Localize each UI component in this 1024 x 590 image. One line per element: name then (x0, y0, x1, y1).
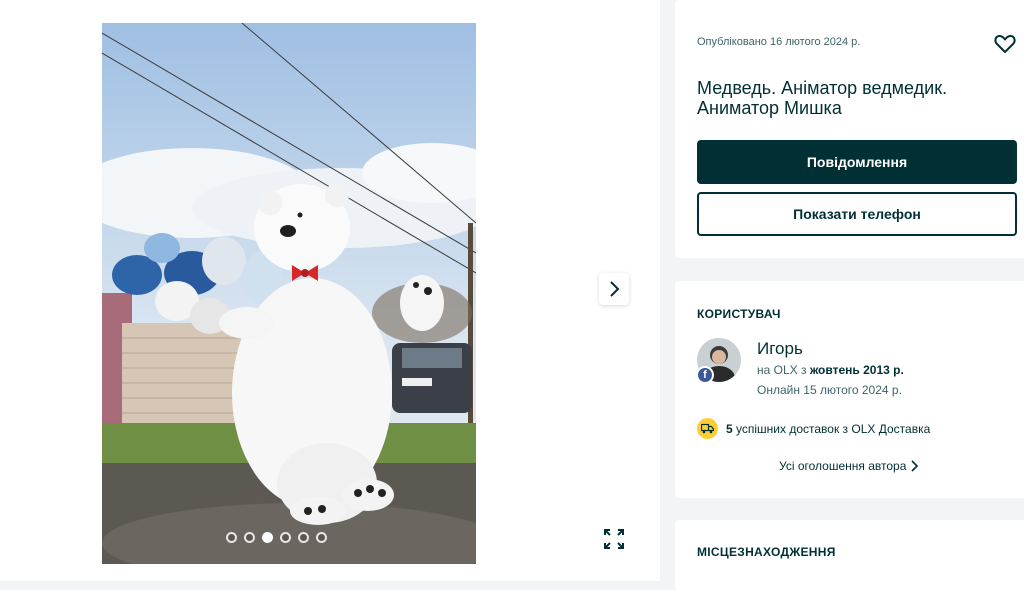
delivery-label: успішних доставок з OLX Доставка (732, 421, 931, 436)
bear-costume-image (102, 23, 476, 564)
truck-icon (697, 418, 718, 439)
member-since-date: жовтень 2013 р. (809, 363, 904, 377)
user-card: КОРИСТУВАЧ f Игорь на OLX з жовтень 2013… (675, 281, 1024, 498)
listing-card: Опубліковано 16 лютого 2024 р. Медведь. … (675, 0, 1024, 258)
delivery-text: 5 успішних доставок з OLX Доставка (726, 422, 930, 436)
heart-icon (994, 35, 1016, 53)
delivery-stats: 5 успішних доставок з OLX Доставка (697, 418, 930, 439)
published-date: Опубліковано 16 лютого 2024 р. (697, 36, 861, 48)
expand-icon (604, 529, 624, 549)
gallery-dot[interactable] (298, 532, 309, 543)
location-section-heading: МІСЦЕЗНАХОДЖЕННЯ (697, 545, 836, 559)
image-gallery (0, 0, 660, 581)
location-card: МІСЦЕЗНАХОДЖЕННЯ (675, 520, 1024, 590)
user-section-heading: КОРИСТУВАЧ (697, 307, 781, 321)
user-name: Игорь (757, 339, 803, 358)
next-image-button[interactable] (599, 273, 629, 305)
chevron-right-icon (911, 460, 919, 472)
message-button[interactable]: Повідомлення (697, 140, 1017, 184)
gallery-dot[interactable] (244, 532, 255, 543)
last-online: Онлайн 15 лютого 2024 р. (757, 383, 902, 397)
show-phone-button[interactable]: Показати телефон (697, 192, 1017, 236)
gallery-dot[interactable] (316, 532, 327, 543)
gallery-dot[interactable] (280, 532, 291, 543)
gallery-dot[interactable] (226, 532, 237, 543)
gallery-dot-active[interactable] (262, 532, 273, 543)
listing-title: Медведь. Аніматор ведмедик. Аниматор Миш… (697, 78, 948, 118)
all-ads-label: Усі оголошення автора (779, 459, 907, 473)
chevron-right-icon (610, 281, 620, 297)
member-since-prefix: на OLX з (757, 363, 810, 377)
member-since: на OLX з жовтень 2013 р. (757, 363, 904, 377)
listing-photo[interactable] (102, 23, 476, 564)
favorite-button[interactable] (993, 32, 1017, 56)
facebook-icon: f (696, 366, 714, 384)
all-seller-ads-link[interactable]: Усі оголошення автора (779, 459, 919, 473)
delivery-count: 5 (726, 421, 733, 436)
gallery-dots (226, 532, 327, 543)
fullscreen-button[interactable] (600, 525, 628, 553)
